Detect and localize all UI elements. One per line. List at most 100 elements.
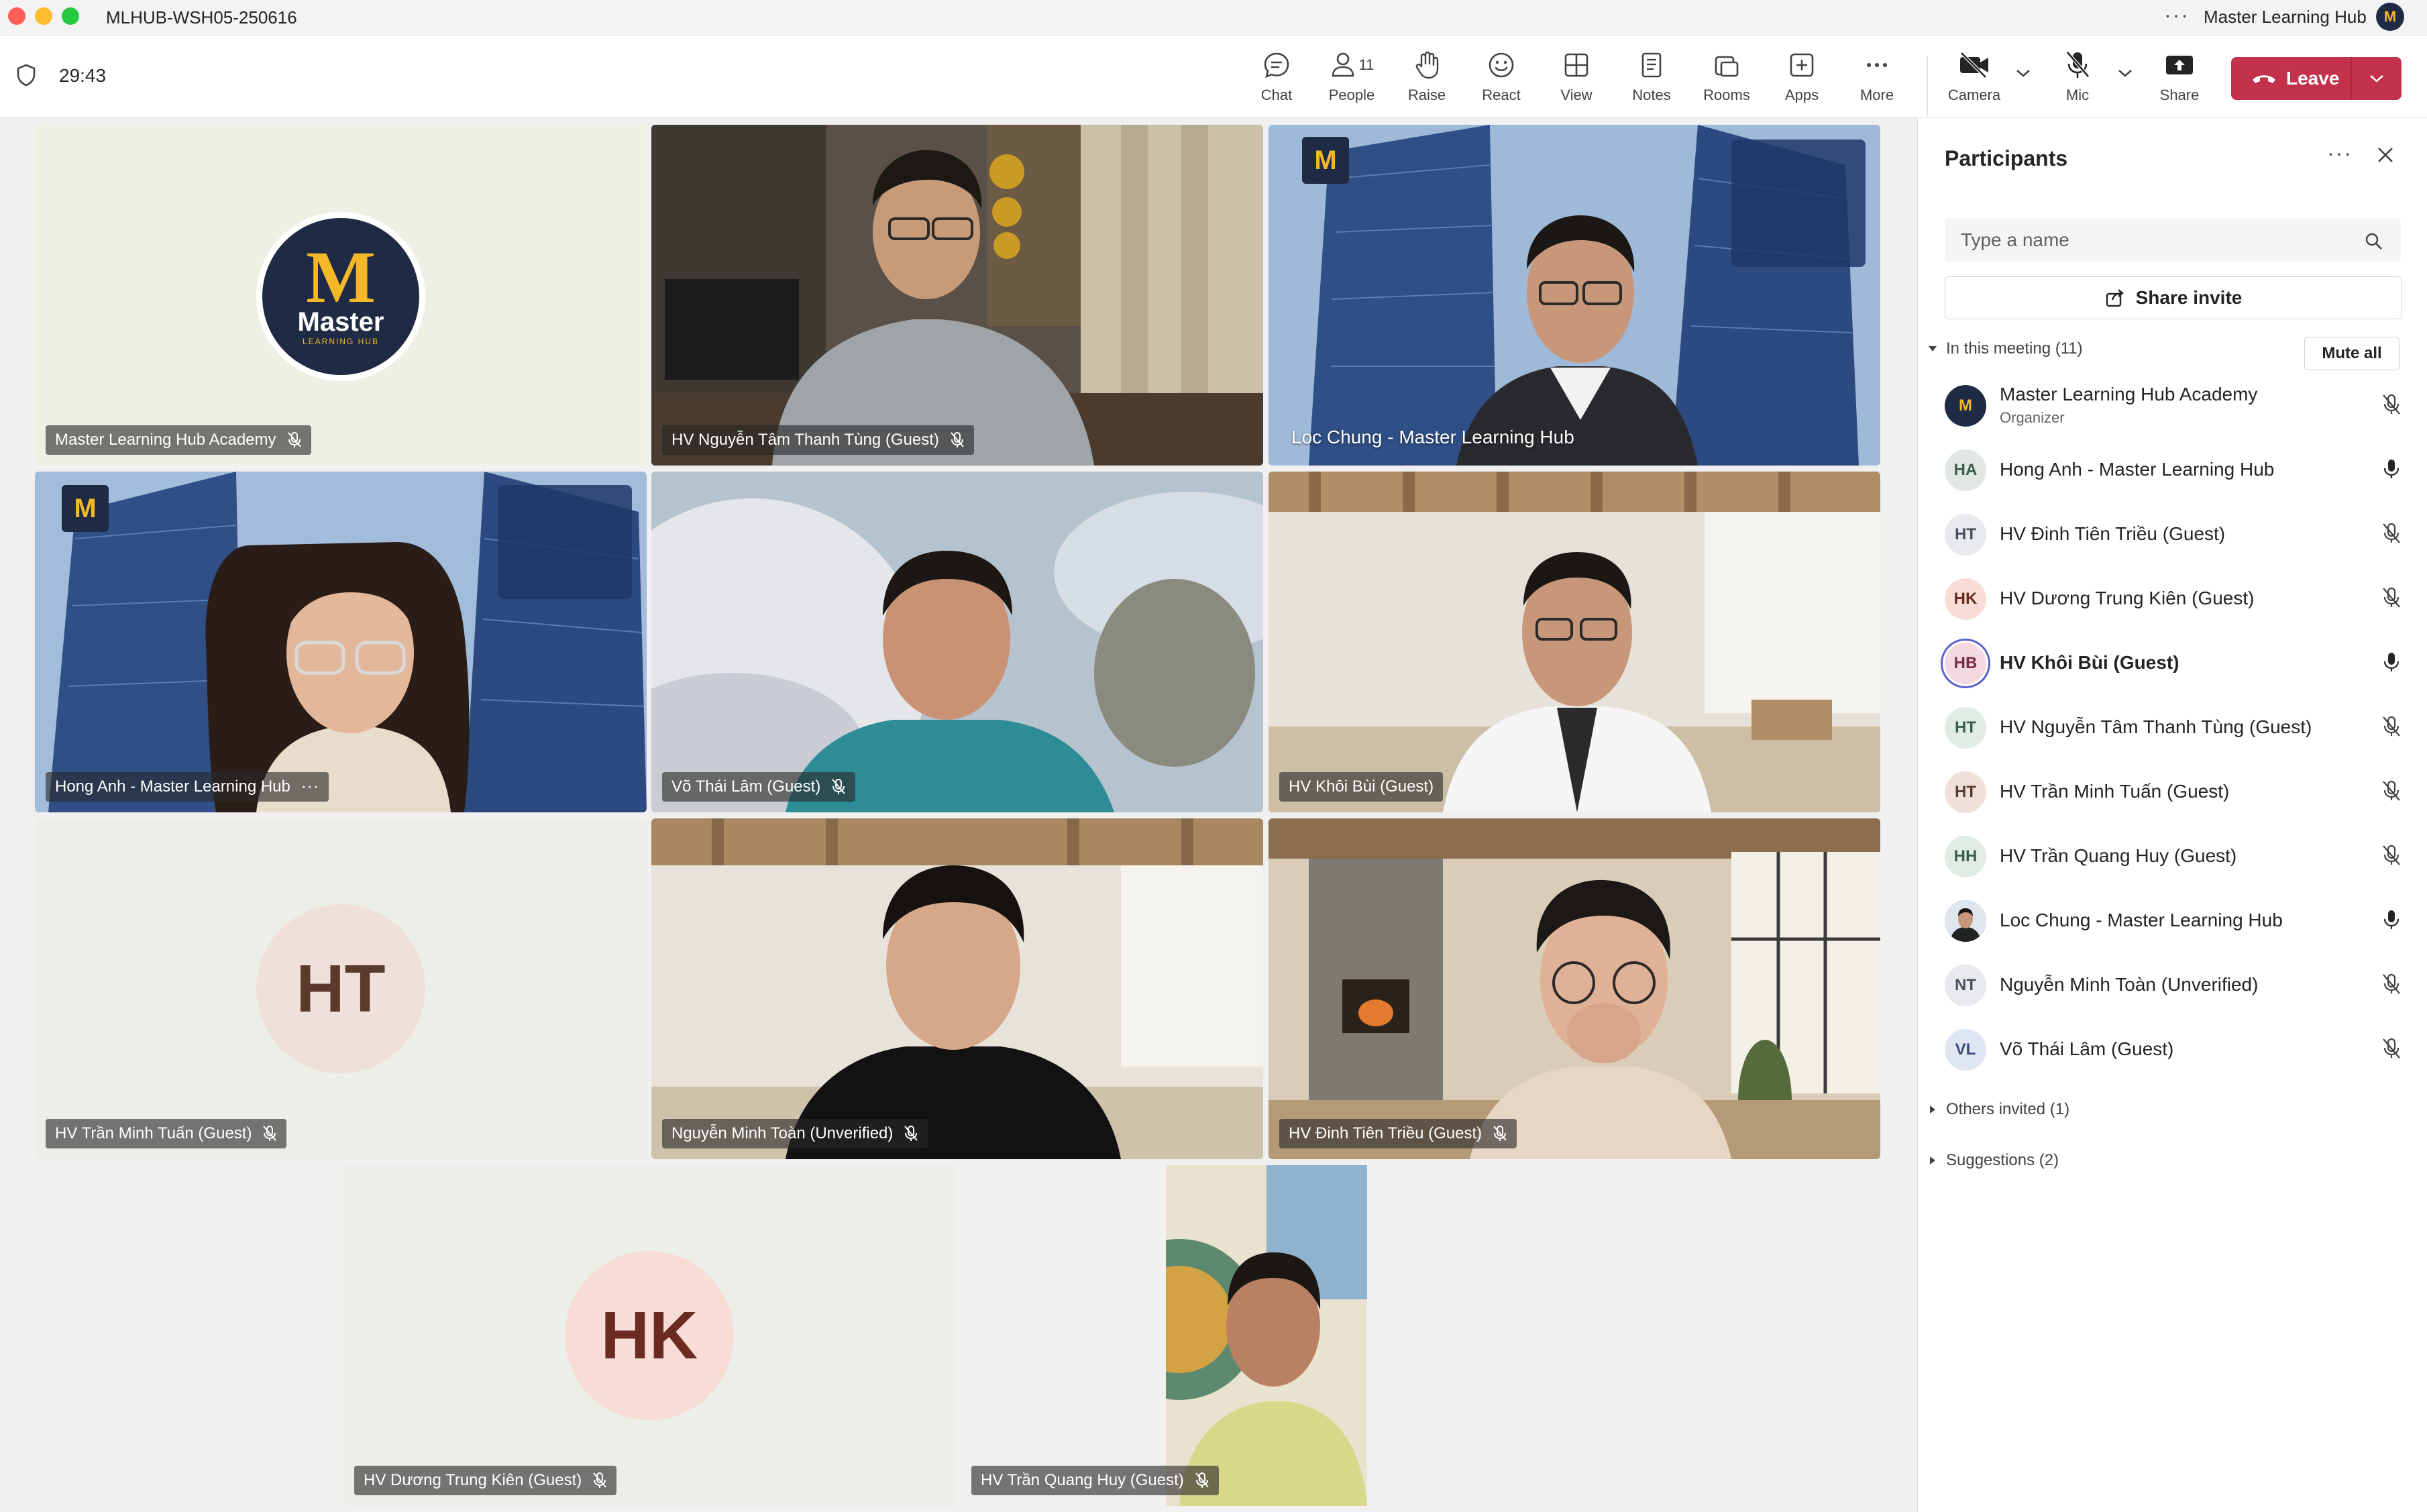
participant-row[interactable]: NT Nguyễn Minh Toàn (Unverified) xyxy=(1918,953,2427,1017)
mic-off-icon xyxy=(2064,48,2091,83)
mic-off-icon[interactable] xyxy=(2381,586,2402,612)
in-meeting-section-toggle[interactable]: In this meeting (11) xyxy=(1927,339,2083,358)
mic-off-icon[interactable] xyxy=(2381,715,2402,741)
participant-name: Loc Chung - Master Learning Hub xyxy=(2000,910,2283,930)
share-invite-button[interactable]: Share invite xyxy=(1945,276,2402,319)
participant-row[interactable]: HH HV Trần Quang Huy (Guest) xyxy=(1918,824,2427,888)
window-minimize-button[interactable] xyxy=(35,7,52,25)
participant-name-chip: HV Đinh Tiên Triều (Guest) xyxy=(1279,1119,1517,1148)
participant-name-chip: Loc Chung - Master Learning Hub xyxy=(1282,423,1584,452)
camera-options-chevron-icon[interactable] xyxy=(2015,68,2031,82)
video-tile[interactable]: HV Đinh Tiên Triều (Guest) xyxy=(1269,818,1880,1159)
participant-name: Hong Anh - Master Learning Hub xyxy=(55,777,290,796)
tile-more-icon[interactable]: ··· xyxy=(301,777,319,796)
mic-button[interactable]: Mic xyxy=(2044,48,2111,115)
participant-row[interactable]: HT HV Nguyễn Tâm Thanh Tùng (Guest) xyxy=(1918,695,2427,759)
leave-button[interactable]: Leave xyxy=(2231,57,2402,100)
participant-name-chip: Master Learning Hub Academy xyxy=(46,425,311,455)
camera-button[interactable]: Camera xyxy=(1941,48,2008,115)
people-count: 11 xyxy=(1358,56,1374,73)
mic-on-icon[interactable] xyxy=(2381,457,2402,484)
video-tile[interactable]: HV Trần Quang Huy (Guest) xyxy=(961,1165,1572,1506)
mic-off-icon[interactable] xyxy=(2381,522,2402,548)
video-feed: M xyxy=(35,472,647,812)
smiley-icon xyxy=(1487,48,1516,83)
grid-view-icon xyxy=(1562,48,1591,83)
mic-off-icon xyxy=(831,778,846,796)
video-tile[interactable]: HK HV Dương Trung Kiên (Guest) xyxy=(343,1165,955,1506)
video-tile[interactable]: M Hong Anh - Master Learning Hub ··· xyxy=(35,472,647,812)
react-button[interactable]: React xyxy=(1468,48,1535,115)
mic-off-icon[interactable] xyxy=(2381,844,2402,870)
share-invite-label: Share invite xyxy=(2135,287,2243,308)
share-label: Share xyxy=(2159,87,2200,103)
rooms-label: Rooms xyxy=(1703,87,1750,103)
window-zoom-button[interactable] xyxy=(62,7,79,25)
suggestions-section-toggle[interactable]: Suggestions (2) xyxy=(1927,1151,2059,1170)
mic-on-icon[interactable] xyxy=(2381,651,2402,677)
participant-avatar: HA xyxy=(1945,449,1986,491)
participant-name: Master Learning Hub Academy xyxy=(55,431,276,449)
more-label: More xyxy=(1859,87,1894,103)
participant-name: Nguyễn Minh Toàn (Unverified) xyxy=(671,1124,894,1142)
participant-row[interactable]: HA Hong Anh - Master Learning Hub xyxy=(1918,437,2427,502)
chat-button[interactable]: Chat xyxy=(1243,48,1310,115)
participant-row[interactable]: VL Võ Thái Lâm (Guest) xyxy=(1918,1017,2427,1081)
close-icon[interactable] xyxy=(2377,146,2394,167)
video-tile[interactable]: Nguyễn Minh Toàn (Unverified) xyxy=(651,818,1263,1159)
mic-off-icon[interactable] xyxy=(2381,779,2402,806)
mic-off-icon[interactable] xyxy=(2381,393,2402,419)
participant-name: Loc Chung - Master Learning Hub xyxy=(1291,427,1574,447)
others-invited-section-toggle[interactable]: Others invited (1) xyxy=(1927,1100,2069,1119)
svg-text:M: M xyxy=(74,494,96,523)
video-feed xyxy=(651,472,1263,812)
mic-off-icon[interactable] xyxy=(2381,973,2402,999)
video-tile[interactable]: HT HV Trần Minh Tuấn (Guest) xyxy=(35,818,647,1159)
people-button[interactable]: 11 People xyxy=(1318,48,1385,115)
window-close-button[interactable] xyxy=(8,7,25,25)
leave-options-chevron-icon[interactable] xyxy=(2352,57,2402,100)
meeting-timer: 29:43 xyxy=(59,65,107,86)
video-tile[interactable]: Võ Thái Lâm (Guest) xyxy=(651,472,1263,812)
participant-photo-avatar xyxy=(1945,900,1986,942)
mic-on-icon[interactable] xyxy=(2381,908,2402,934)
logo-word: Master xyxy=(297,307,384,337)
video-tile[interactable]: HV Khôi Bùi (Guest) xyxy=(1269,472,1880,812)
mic-off-icon xyxy=(1493,1125,1507,1142)
mic-options-chevron-icon[interactable] xyxy=(2117,68,2133,82)
video-tile[interactable]: HV Nguyễn Tâm Thanh Tùng (Guest) xyxy=(651,125,1263,466)
participant-row[interactable]: HT HV Trần Minh Tuấn (Guest) xyxy=(1918,759,2427,824)
participant-row[interactable]: HT HV Đinh Tiên Triều (Guest) xyxy=(1918,502,2427,566)
mic-off-icon[interactable] xyxy=(2381,1037,2402,1063)
in-meeting-label: In this meeting (11) xyxy=(1946,339,2083,358)
mute-all-button[interactable]: Mute all xyxy=(2304,337,2399,370)
participant-search-input[interactable] xyxy=(1945,219,2401,262)
participant-row[interactable]: Loc Chung - Master Learning Hub xyxy=(1918,888,2427,953)
shield-icon[interactable] xyxy=(16,64,36,90)
view-button[interactable]: View xyxy=(1543,48,1610,115)
mic-off-icon xyxy=(950,431,965,449)
caret-right-icon xyxy=(1930,1156,1935,1165)
account-avatar[interactable]: M xyxy=(2376,3,2404,31)
participants-panel: Participants ··· Share invite In this me… xyxy=(1917,118,2427,1512)
panel-more-icon[interactable]: ··· xyxy=(2327,141,2353,166)
raise-hand-button[interactable]: Raise xyxy=(1393,48,1460,115)
participant-row[interactable]: M Master Learning Hub Academy Organizer xyxy=(1918,373,2427,437)
mic-off-icon xyxy=(287,431,302,449)
leave-call-main[interactable]: Leave xyxy=(2231,57,2351,100)
participant-row[interactable]: HK HV Dương Trung Kiên (Guest) xyxy=(1918,566,2427,631)
mic-off-icon xyxy=(592,1472,607,1489)
window-title-bar: MLHUB-WSH05-250616 ··· Master Learning H… xyxy=(0,0,2427,36)
apps-button[interactable]: Apps xyxy=(1768,48,1835,115)
titlebar-more-icon[interactable]: ··· xyxy=(2164,3,2190,28)
notes-button[interactable]: Notes xyxy=(1618,48,1685,115)
more-button[interactable]: More xyxy=(1843,48,1910,115)
share-button[interactable]: Share xyxy=(2146,48,2213,115)
camera-label: Camera xyxy=(1947,87,2001,103)
rooms-button[interactable]: Rooms xyxy=(1693,48,1760,115)
video-tile[interactable]: M Loc Chung - Master Learning Hub xyxy=(1269,125,1880,466)
participant-row[interactable]: HB HV Khôi Bùi (Guest) xyxy=(1918,631,2427,695)
video-tile[interactable]: M Master LEARNING HUB Master Learning Hu… xyxy=(35,125,647,466)
mic-off-icon xyxy=(1195,1472,1209,1489)
chat-icon xyxy=(1262,48,1291,83)
